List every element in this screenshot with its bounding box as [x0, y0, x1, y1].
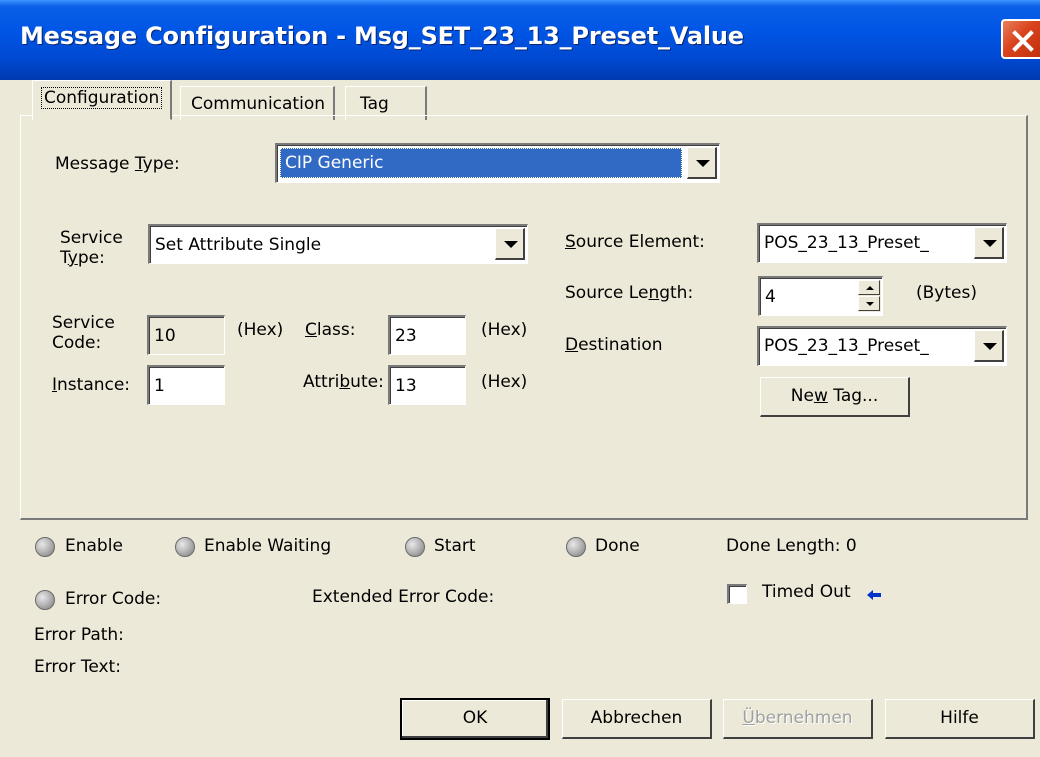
attribute-label: Attribute: [303, 372, 384, 392]
error-code-indicator-icon [35, 590, 55, 610]
destination-select[interactable]: POS_23_13_Preset_ [757, 326, 1007, 366]
bytes-label: (Bytes) [916, 283, 977, 303]
attribute-value: 13 [395, 376, 417, 396]
message-type-label: Message Type: [55, 154, 180, 174]
source-length-label: Source Length: [565, 283, 694, 303]
chevron-down-icon[interactable] [687, 147, 717, 179]
service-type-label: Service Type: [60, 228, 123, 268]
service-type-value: Set Attribute Single [155, 235, 322, 255]
done-label: Done [595, 536, 640, 556]
service-code-label: Service Code: [52, 313, 115, 353]
apply-button[interactable]: Übernehmen [723, 699, 873, 739]
tab-label: Tag [360, 94, 389, 114]
enable-indicator-icon [35, 537, 55, 557]
chevron-down-icon[interactable] [495, 228, 525, 260]
done-indicator-icon [566, 537, 586, 557]
service-type-select[interactable]: Set Attribute Single [148, 224, 528, 264]
attribute-field[interactable]: 13 [388, 365, 466, 405]
instance-label: Instance: [52, 375, 131, 395]
done-length: Done Length: 0 [726, 536, 857, 556]
source-length-value: 4 [765, 287, 776, 307]
start-indicator-icon [405, 537, 425, 557]
service-code-field[interactable]: 10 [147, 315, 225, 355]
timed-out-checkbox[interactable] [727, 584, 747, 604]
tab-label: Configuration [41, 87, 163, 109]
window-title: Message Configuration - Msg_SET_23_13_Pr… [20, 22, 744, 50]
class-value: 23 [395, 326, 417, 346]
chevron-down-icon[interactable] [974, 330, 1004, 362]
source-element-value: POS_23_13_Preset_ [764, 233, 929, 253]
start-label: Start [434, 536, 476, 556]
spin-up-icon[interactable] [858, 280, 880, 295]
instance-value: 1 [154, 376, 165, 396]
chevron-down-icon[interactable] [974, 227, 1004, 259]
destination-value: POS_23_13_Preset_ [764, 336, 929, 356]
error-text-label: Error Text: [34, 657, 121, 677]
ok-button[interactable]: OK [400, 698, 550, 740]
source-element-label: Source Element: [565, 232, 705, 252]
tab-label: Communication [191, 94, 325, 114]
help-button[interactable]: Hilfe [885, 699, 1035, 739]
new-tag-button[interactable]: New Tag... [760, 377, 910, 417]
class-label: Class: [305, 320, 356, 340]
message-type-select[interactable]: CIP Generic [275, 143, 720, 183]
error-path-label: Error Path: [34, 625, 124, 645]
source-length-spinner[interactable] [857, 280, 881, 312]
source-element-select[interactable]: POS_23_13_Preset_ [757, 223, 1007, 263]
enable-label: Enable [65, 536, 123, 556]
hex-label: (Hex) [481, 320, 528, 340]
timed-out-label: Timed Out [762, 582, 851, 602]
extended-error-code-label: Extended Error Code: [312, 587, 495, 607]
class-field[interactable]: 23 [388, 315, 466, 355]
close-icon [1012, 30, 1034, 52]
spin-down-icon[interactable] [858, 296, 880, 311]
cancel-button[interactable]: Abbrechen [562, 699, 712, 739]
error-code-label: Error Code: [65, 589, 162, 609]
message-type-value: CIP Generic [280, 148, 682, 178]
hex-label: (Hex) [237, 320, 284, 340]
tab-configuration[interactable]: Configuration [32, 80, 173, 120]
instance-field[interactable]: 1 [147, 365, 225, 405]
destination-label: Destination [565, 335, 663, 355]
arrow-left-icon [866, 587, 882, 607]
close-button[interactable] [1001, 19, 1040, 59]
hex-label: (Hex) [481, 372, 528, 392]
source-length-field[interactable]: 4 [758, 276, 883, 316]
title-bar[interactable]: Message Configuration - Msg_SET_23_13_Pr… [0, 0, 1040, 80]
enable-waiting-indicator-icon [175, 537, 195, 557]
enable-waiting-label: Enable Waiting [204, 536, 332, 556]
service-code-value: 10 [154, 326, 176, 346]
